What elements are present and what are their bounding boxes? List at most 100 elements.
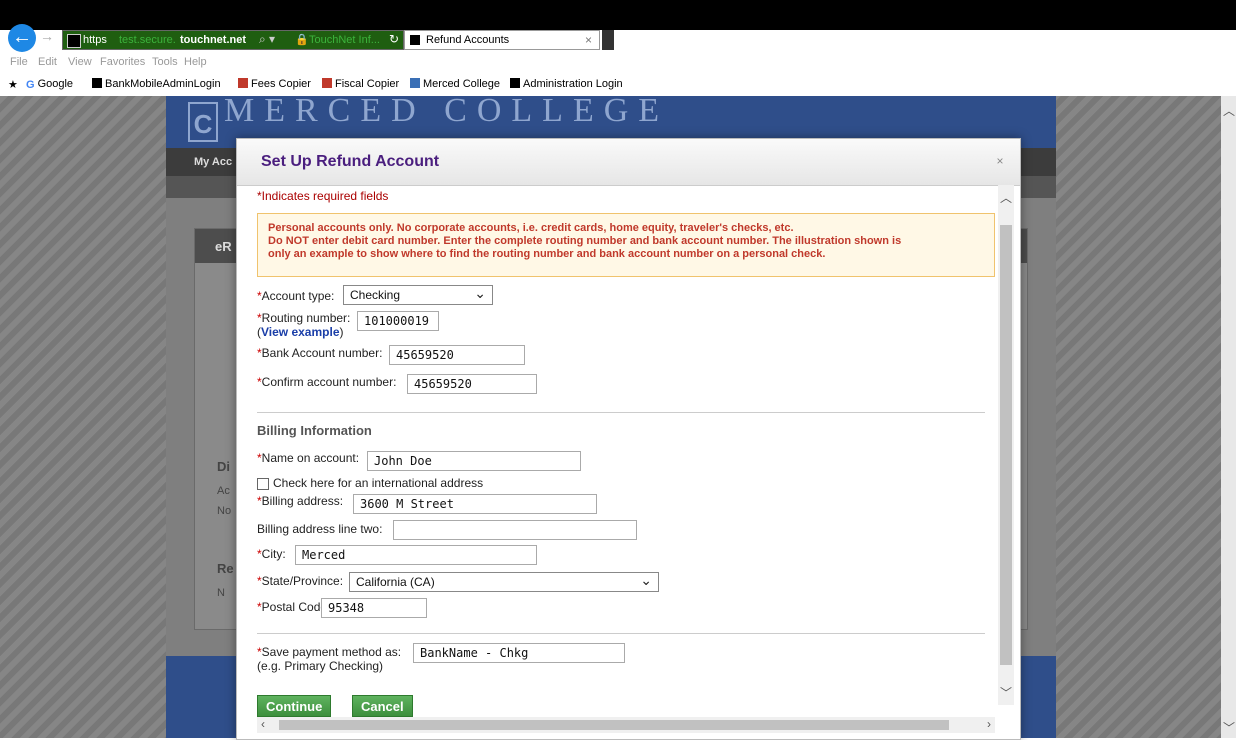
ghost-label: N xyxy=(217,587,225,599)
city-label: *City: xyxy=(257,547,286,561)
tab-refund-accounts[interactable]: Refund Accounts × xyxy=(404,30,600,50)
scroll-up-icon[interactable]: ︿ xyxy=(1000,189,1012,206)
bankmobile-icon xyxy=(92,78,102,88)
close-icon[interactable]: × xyxy=(992,153,1008,169)
dialog-title: Set Up Refund Account xyxy=(261,153,440,170)
tab-label: Refund Accounts xyxy=(426,34,510,46)
confirm-account-input[interactable]: 45659520 xyxy=(407,374,537,394)
state-select[interactable]: California (CA) ⌄ xyxy=(349,572,659,592)
menu-favorites[interactable]: Favorites xyxy=(100,56,145,68)
save-method-label: *Save payment method as: xyxy=(257,645,402,659)
site-name: MERCED COLLEGE xyxy=(224,96,670,129)
billing-address-label: *Billing address: xyxy=(257,494,344,508)
routing-number-label: *Routing number: xyxy=(257,311,351,325)
billing-address-two-input[interactable] xyxy=(393,520,637,540)
bank-account-input[interactable]: 45659520 xyxy=(389,345,525,365)
page-favicon-icon xyxy=(67,34,81,48)
tab-favicon-icon xyxy=(410,35,420,45)
divider xyxy=(257,412,985,413)
forward-arrow-icon[interactable]: → xyxy=(40,28,54,44)
address-scheme: https xyxy=(83,34,107,46)
billing-address-input[interactable]: 3600 M Street xyxy=(353,494,597,514)
address-bar[interactable]: https test.secure. touchnet.net ⌕ ▾ 🔒 To… xyxy=(62,30,404,50)
merced-college-icon xyxy=(410,78,420,88)
ghost-label: Di xyxy=(217,459,230,474)
scroll-left-icon[interactable]: ‹ xyxy=(261,717,265,731)
account-type-select[interactable]: Checking ⌄ xyxy=(343,285,493,305)
college-logo: C xyxy=(188,102,218,142)
refresh-icon[interactable]: ↻ xyxy=(389,32,399,46)
state-label: *State/Province: xyxy=(257,574,344,588)
name-on-account-input[interactable]: John Doe xyxy=(367,451,581,471)
scroll-up-icon[interactable]: ︿ xyxy=(1223,102,1235,119)
view-example-wrapper: (View example) xyxy=(257,325,344,339)
dialog-header: Set Up Refund Account × xyxy=(237,139,1020,186)
warning-line: only an example to show where to find th… xyxy=(268,248,826,260)
ghost-label: Ac xyxy=(217,485,230,497)
dialog-body: *Indicates required fields Personal acco… xyxy=(237,185,997,717)
fav-administration-login[interactable]: Administration Login xyxy=(510,78,623,90)
bank-account-label: *Bank Account number: xyxy=(257,346,383,360)
international-address-checkbox[interactable] xyxy=(257,478,269,490)
page-scrollbar[interactable]: ︿ ﹀ xyxy=(1221,96,1236,738)
scroll-down-icon[interactable]: ﹀ xyxy=(1000,684,1012,701)
divider xyxy=(257,633,985,634)
warning-line: Do NOT enter debit card number. Enter th… xyxy=(268,235,902,247)
admin-login-icon xyxy=(510,78,520,88)
continue-button[interactable]: Continue xyxy=(257,695,332,717)
menu-tools[interactable]: Tools xyxy=(152,56,178,68)
international-address-label: Check here for an international address xyxy=(273,476,484,490)
favorites-bar: ★ G Google BankMobileAdminLogin Fees Copi… xyxy=(0,72,1236,97)
lock-icon[interactable]: 🔒 xyxy=(295,33,309,46)
google-icon: G xyxy=(26,79,35,91)
browser-title-bar xyxy=(0,0,1236,30)
copier-icon xyxy=(238,78,248,88)
postal-code-label: *Postal Code: xyxy=(257,600,331,614)
dialog-vertical-scrollbar[interactable]: ︿ ﹀ xyxy=(998,185,1014,705)
chevron-down-icon: ⌄ xyxy=(474,285,486,301)
tab-close-icon[interactable]: × xyxy=(585,33,592,47)
billing-address-two-label: Billing address line two: xyxy=(257,522,383,536)
back-arrow-icon[interactable]: ← xyxy=(8,24,36,52)
view-example-link[interactable]: View example xyxy=(261,325,340,339)
menu-edit[interactable]: Edit xyxy=(38,56,57,68)
menu-file[interactable]: File xyxy=(10,56,28,68)
scroll-right-icon[interactable]: › xyxy=(987,717,991,731)
city-input[interactable]: Merced xyxy=(295,545,537,565)
add-favorite-star-icon[interactable]: ★ xyxy=(8,78,18,91)
scrollbar-thumb[interactable] xyxy=(1000,225,1012,665)
fav-fiscal-copier[interactable]: Fiscal Copier xyxy=(322,78,399,90)
fav-fees-copier[interactable]: Fees Copier xyxy=(238,78,311,90)
routing-number-input[interactable]: 101000019 xyxy=(357,311,439,331)
billing-info-heading: Billing Information xyxy=(257,423,372,438)
panel-title: eR xyxy=(215,239,232,254)
confirm-account-label: *Confirm account number: xyxy=(257,375,397,389)
menu-help[interactable]: Help xyxy=(184,56,207,68)
dialog-horizontal-scrollbar[interactable]: ‹ › xyxy=(257,717,995,733)
ghost-label: No xyxy=(217,505,232,517)
cancel-button[interactable]: Cancel xyxy=(352,695,413,717)
account-type-label: *Account type: xyxy=(257,289,335,303)
save-method-hint: (e.g. Primary Checking) xyxy=(257,659,384,673)
warning-line: Personal accounts only. No corporate acc… xyxy=(268,222,794,234)
refund-account-dialog: Set Up Refund Account × *Indicates requi… xyxy=(236,138,1021,740)
search-icon[interactable]: ⌕ ▾ xyxy=(259,32,275,47)
fav-merced-college[interactable]: Merced College xyxy=(410,78,500,90)
postal-code-input[interactable]: 95348 xyxy=(321,598,427,618)
new-tab-button[interactable] xyxy=(602,30,614,50)
copier-icon xyxy=(322,78,332,88)
scrollbar-thumb[interactable] xyxy=(279,720,949,730)
home-favorites-settings-icons[interactable]: ⌂★⚙ xyxy=(1181,28,1226,46)
fav-google[interactable]: G Google xyxy=(26,78,73,91)
address-host: touchnet.net xyxy=(180,34,246,46)
name-on-account-label: *Name on account: xyxy=(257,451,360,465)
nav-my-account[interactable]: My Acc xyxy=(194,156,232,168)
save-method-input[interactable]: BankName - Chkg xyxy=(413,643,625,663)
warning-box: Personal accounts only. No corporate acc… xyxy=(257,213,995,277)
menu-view[interactable]: View xyxy=(68,56,92,68)
fav-bankmobile[interactable]: BankMobileAdminLogin xyxy=(92,78,221,90)
chevron-down-icon: ⌄ xyxy=(640,572,652,588)
address-subdomain: test.secure. xyxy=(119,34,176,46)
required-fields-note: *Indicates required fields xyxy=(257,189,389,203)
scroll-down-icon[interactable]: ﹀ xyxy=(1223,719,1235,736)
